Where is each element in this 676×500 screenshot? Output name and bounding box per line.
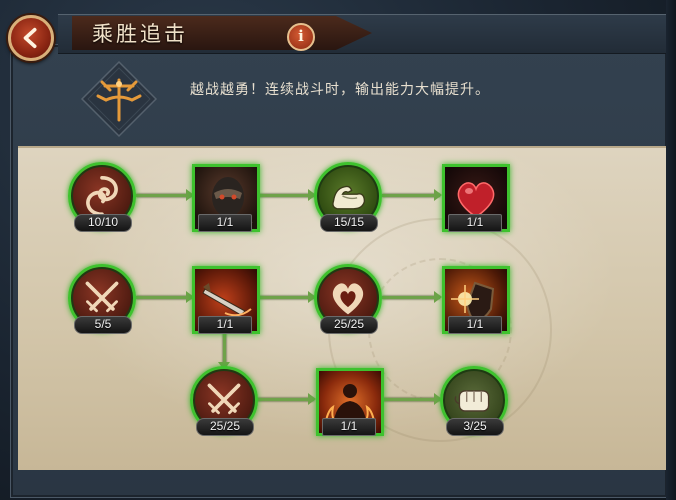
talent-node-r2c2[interactable]: 1/1	[190, 264, 260, 334]
progress-badge: 1/1	[448, 214, 502, 232]
talent-node-r3c2[interactable]: 25/25	[190, 366, 258, 436]
connector-line	[382, 296, 440, 299]
progress-badge: 10/10	[74, 214, 132, 232]
progress-badge: 3/25	[446, 418, 504, 436]
talent-node-r3c4[interactable]: 3/25	[440, 366, 508, 436]
talent-emblem-icon	[80, 60, 158, 138]
connector-line	[382, 194, 440, 197]
progress-badge: 1/1	[198, 316, 252, 334]
back-button[interactable]	[8, 15, 54, 61]
skill-description: 越战越勇！连续战斗时，输出能力大幅提升。	[190, 81, 490, 97]
progress-badge: 1/1	[448, 316, 502, 334]
talent-node-r1c1[interactable]: 10/10	[68, 162, 136, 232]
progress-badge: 5/5	[74, 316, 132, 334]
back-arrow-icon	[23, 27, 37, 49]
talent-node-r3c3[interactable]: 1/1	[314, 366, 384, 436]
connector-line	[256, 194, 314, 197]
progress-badge: 25/25	[320, 316, 378, 334]
progress-badge: 1/1	[322, 418, 376, 436]
talent-node-r2c3[interactable]: 25/25	[314, 264, 382, 334]
right-edge-shadow	[666, 0, 676, 500]
progress-badge: 15/15	[320, 214, 378, 232]
talent-node-r2c1[interactable]: 5/5	[68, 264, 136, 334]
connector-line	[256, 296, 314, 299]
page-title: 乘胜追击	[92, 22, 188, 46]
talent-node-r1c3[interactable]: 15/15	[314, 162, 382, 232]
progress-badge: 25/25	[196, 418, 254, 436]
talent-node-r1c4[interactable]: 1/1	[440, 162, 510, 232]
progress-badge: 1/1	[198, 214, 252, 232]
connector-line	[136, 194, 192, 197]
connector-line	[136, 296, 192, 299]
talent-node-r2c4[interactable]: 1/1	[440, 264, 510, 334]
info-button[interactable]: i	[287, 23, 315, 51]
talent-node-r1c2[interactable]: 1/1	[190, 162, 260, 232]
connector-line	[256, 398, 314, 401]
connector-line	[382, 398, 440, 401]
